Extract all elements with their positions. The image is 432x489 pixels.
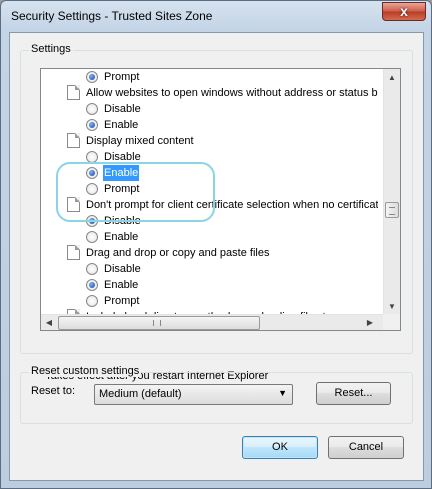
settings-option-label: Disable bbox=[104, 263, 141, 275]
document-icon bbox=[67, 133, 80, 148]
settings-category[interactable]: Allow websites to open windows without a… bbox=[41, 85, 378, 101]
settings-option-label: Enable bbox=[104, 231, 139, 243]
ok-button[interactable]: OK bbox=[242, 436, 318, 459]
settings-list[interactable]: Prompt Allow websites to open windows wit… bbox=[40, 68, 401, 331]
radio-unchecked-icon[interactable] bbox=[86, 295, 98, 307]
reset-to-label: Reset to: bbox=[31, 385, 76, 397]
scroll-up-icon[interactable]: ▲ bbox=[384, 69, 400, 86]
document-icon bbox=[67, 85, 80, 100]
settings-category-label: Drag and drop or copy and paste files bbox=[86, 247, 270, 259]
settings-option-label: Enable bbox=[104, 279, 139, 291]
horizontal-scrollbar[interactable]: ◀ ▶ bbox=[41, 314, 400, 330]
settings-option-label: Prompt bbox=[104, 295, 140, 307]
settings-option[interactable]: Disable bbox=[41, 261, 378, 277]
settings-category-label: Display mixed content bbox=[86, 135, 194, 147]
scrollbar-corner bbox=[383, 314, 400, 330]
title-bar[interactable]: Security Settings - Trusted Sites Zone x bbox=[1, 1, 431, 32]
close-button[interactable]: x bbox=[382, 2, 426, 21]
reset-level-select[interactable]: Medium (default) ▼ bbox=[94, 384, 293, 405]
scroll-left-icon[interactable]: ◀ bbox=[41, 314, 57, 331]
settings-group-label: Settings bbox=[29, 43, 73, 55]
radio-unchecked-icon[interactable] bbox=[86, 103, 98, 115]
settings-option[interactable]: Prompt bbox=[41, 293, 378, 309]
reset-level-value: Medium (default) bbox=[99, 388, 182, 400]
cancel-button[interactable]: Cancel bbox=[328, 436, 404, 459]
chevron-down-icon: ▼ bbox=[278, 388, 287, 398]
radio-unchecked-icon[interactable] bbox=[86, 263, 98, 275]
reset-button[interactable]: Reset... bbox=[316, 382, 391, 405]
settings-option[interactable]: Enable bbox=[41, 277, 378, 293]
settings-category-label: Allow websites to open windows without a… bbox=[86, 87, 378, 99]
document-icon bbox=[67, 245, 80, 260]
settings-option[interactable]: Disable bbox=[41, 101, 378, 117]
horizontal-scroll-thumb[interactable] bbox=[58, 316, 260, 330]
settings-option-label: Disable bbox=[104, 103, 141, 115]
radio-checked-icon[interactable] bbox=[86, 71, 98, 83]
vertical-scroll-thumb[interactable] bbox=[385, 202, 399, 218]
close-icon: x bbox=[400, 3, 408, 19]
annotation-highlight-outline bbox=[56, 162, 215, 222]
scroll-down-icon[interactable]: ▼ bbox=[384, 298, 400, 315]
scroll-right-icon[interactable]: ▶ bbox=[362, 314, 378, 331]
window-title: Security Settings - Trusted Sites Zone bbox=[11, 9, 213, 23]
vertical-scrollbar[interactable]: ▲ ▼ bbox=[383, 69, 400, 315]
radio-checked-icon[interactable] bbox=[86, 119, 98, 131]
settings-option[interactable]: Enable bbox=[41, 117, 378, 133]
reset-group-label: Reset custom settings bbox=[29, 365, 142, 377]
settings-option[interactable]: Enable bbox=[41, 229, 378, 245]
radio-unchecked-icon[interactable] bbox=[86, 231, 98, 243]
settings-category[interactable]: Display mixed content bbox=[41, 133, 378, 149]
security-settings-window: Security Settings - Trusted Sites Zone x… bbox=[0, 0, 432, 489]
settings-option-label: Prompt bbox=[104, 71, 140, 83]
settings-category[interactable]: Drag and drop or copy and paste files bbox=[41, 245, 378, 261]
settings-option[interactable]: Prompt bbox=[41, 69, 378, 85]
radio-checked-icon[interactable] bbox=[86, 279, 98, 291]
settings-option-label: Enable bbox=[104, 119, 139, 131]
dialog-client-area: Settings Prompt Allow websites to open wi… bbox=[9, 32, 424, 481]
